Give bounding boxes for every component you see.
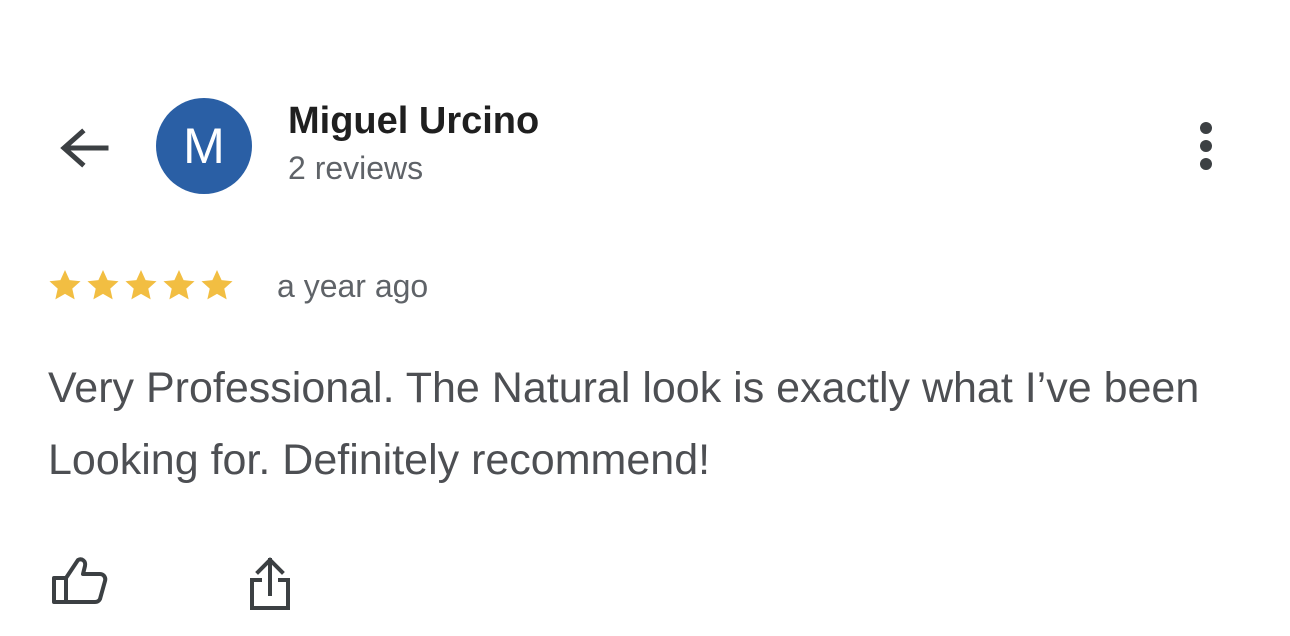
more-vert-icon (1200, 122, 1212, 170)
back-button[interactable] (52, 118, 116, 182)
share-button[interactable] (238, 550, 302, 614)
star-rating (46, 266, 236, 304)
star-icon (125, 269, 157, 300)
star-icon (87, 269, 119, 300)
review-detail-screen: M Miguel Urcino 2 reviews a year ago Ver… (0, 0, 1290, 636)
star-icon (163, 269, 195, 300)
review-count: 2 reviews (288, 150, 424, 186)
review-text: Very Professional. The Natural look is e… (48, 364, 1200, 484)
avatar[interactable]: M (156, 98, 252, 194)
reviewer-name[interactable]: Miguel Urcino (288, 100, 539, 143)
thumbs-up-icon (52, 557, 108, 604)
star-icon (49, 269, 81, 300)
star-icon (201, 269, 233, 300)
more-options-button[interactable] (1186, 118, 1226, 174)
share-icon (250, 557, 290, 610)
review-time: a year ago (277, 268, 429, 304)
like-button[interactable] (48, 550, 112, 614)
arrow-left-icon (60, 128, 109, 168)
